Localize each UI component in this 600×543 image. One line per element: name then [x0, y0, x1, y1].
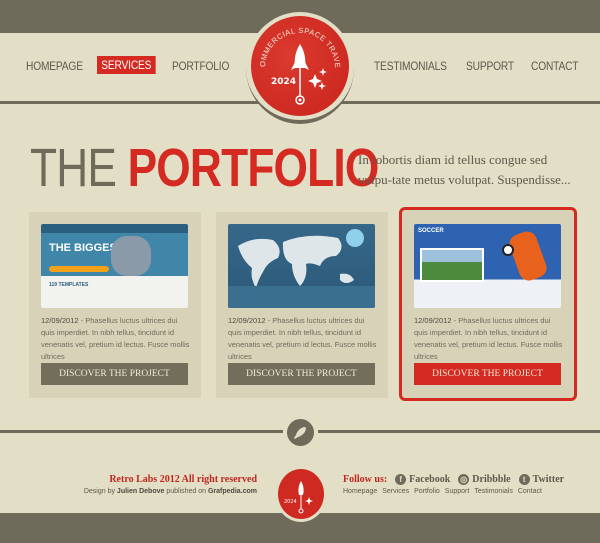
portfolio-card: THE BIGGEST 119 TEMPLATES 12/09/2012 - P… — [29, 212, 201, 398]
nav-support[interactable]: SUPPORT — [466, 59, 514, 73]
footer-links: Homepage Services Portfolio Support Test… — [343, 488, 542, 495]
page-title: THE PORTFOLIO — [30, 138, 379, 198]
credits-mid: published on — [164, 488, 208, 495]
follow-us: Follow us: f Facebook ◎ Dribbble t Twitter — [343, 474, 564, 485]
nav-contact[interactable]: CONTACT — [531, 59, 579, 73]
thumb-button — [49, 266, 109, 272]
twitter-link[interactable]: t Twitter — [518, 474, 565, 485]
footer-link-portfolio[interactable]: Portfolio — [414, 488, 440, 495]
project-thumbnail[interactable]: SOCCER — [414, 224, 561, 308]
site-link[interactable]: Grafpedia.com — [208, 488, 257, 495]
footer-link-testimonials[interactable]: Testimonials — [474, 488, 513, 495]
discover-project-button[interactable]: DISCOVER THE PROJECT — [228, 363, 375, 385]
mascot-image — [111, 236, 151, 276]
facebook-link[interactable]: f Facebook — [395, 474, 450, 485]
twitter-icon: t — [518, 474, 530, 485]
nav-portfolio[interactable]: PORTFOLIO — [172, 59, 229, 73]
credits-text: Design by Julien Debove published on Gra… — [84, 488, 257, 495]
footer-link-homepage[interactable]: Homepage — [343, 488, 377, 495]
world-map-image — [228, 229, 375, 308]
thumb-title: SOCCER — [418, 228, 444, 234]
card-text: 12/09/2012 - Phasellus luctus ultrices d… — [41, 315, 191, 363]
rocket-icon — [294, 427, 306, 439]
footer-divider-left — [0, 430, 283, 433]
facebook-icon: f — [395, 474, 407, 485]
nav-testimonials[interactable]: TESTIMONIALS — [374, 59, 447, 73]
footer-badge-year: 2024 — [284, 499, 297, 505]
title-the: THE — [30, 138, 117, 198]
intro-text: In lobortis diam id tellus congue sed vu… — [358, 152, 571, 187]
project-thumbnail[interactable] — [228, 224, 375, 308]
facebook-label: Facebook — [409, 474, 451, 485]
nav-services[interactable]: SERVICES — [97, 56, 156, 74]
footer-link-services[interactable]: Services — [382, 488, 409, 495]
rocket-logo-icon: COMMERCIAL SPACE TRAVEL 2024 — [251, 16, 342, 105]
discover-project-button[interactable]: DISCOVER THE PROJECT — [414, 363, 561, 385]
dribbble-label: Dribbble — [472, 474, 511, 485]
follow-label: Follow us: — [343, 474, 388, 485]
footer-link-contact[interactable]: Contact — [518, 488, 542, 495]
player-image — [506, 228, 550, 284]
card-date: 12/09/2012 — [41, 316, 79, 325]
nav-homepage[interactable]: HOMEPAGE — [26, 59, 83, 73]
designer-link[interactable]: Julien Debove — [117, 488, 164, 495]
card-date: 12/09/2012 — [228, 316, 266, 325]
project-thumbnail[interactable]: THE BIGGEST 119 TEMPLATES — [41, 224, 188, 308]
discover-project-button[interactable]: DISCOVER THE PROJECT — [41, 363, 188, 385]
rocket-logo-icon: 2024 — [284, 481, 313, 514]
portfolio-card-selected: SOCCER 12/09/2012 - Phasellus luctus ult… — [399, 207, 577, 401]
title-portfolio: PORTFOLIO — [127, 138, 380, 198]
team-photo — [420, 248, 484, 282]
logo-badge[interactable]: COMMERCIAL SPACE TRAVEL 2024 — [246, 12, 354, 124]
card-text: 12/09/2012 - Phasellus luctus ultrices d… — [414, 315, 564, 363]
thumb-subtitle: 119 TEMPLATES — [49, 282, 89, 288]
dribbble-link[interactable]: ◎ Dribbble — [458, 474, 511, 485]
scroll-top-button[interactable] — [287, 419, 314, 446]
footer-logo-badge[interactable]: 2024 — [275, 466, 327, 522]
card-text: 12/09/2012 - Phasellus luctus ultrices d… — [228, 315, 378, 363]
dribbble-icon: ◎ — [458, 474, 470, 485]
twitter-label: Twitter — [532, 474, 565, 485]
credits-prefix: Design by — [83, 488, 117, 495]
copyright-text: Retro Labs 2012 All right reserved — [109, 474, 257, 485]
card-date: 12/09/2012 — [414, 316, 452, 325]
portfolio-card: 12/09/2012 - Phasellus luctus ultrices d… — [216, 212, 388, 398]
footer-divider-right — [318, 430, 600, 433]
badge-year: 2024 — [271, 77, 296, 87]
ball-image — [502, 244, 514, 256]
footer-link-support[interactable]: Support — [445, 488, 470, 495]
